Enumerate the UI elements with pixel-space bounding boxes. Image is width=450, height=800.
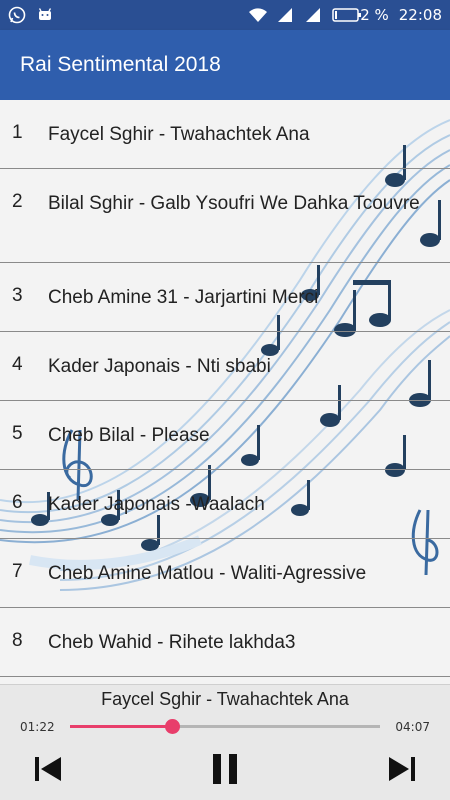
seek-bar[interactable] — [70, 719, 380, 734]
whatsapp-icon — [8, 6, 26, 24]
battery-percent: 2 % — [360, 6, 389, 24]
now-playing-title: Faycel Sghir - Twahachtek Ana — [101, 689, 349, 709]
next-button[interactable] — [382, 749, 422, 789]
signal-icon — [304, 6, 322, 24]
track-title: Cheb Bilal - Please — [48, 425, 210, 446]
pause-icon — [213, 754, 237, 784]
track-number: 7 — [12, 561, 23, 582]
track-number: 8 — [12, 630, 23, 651]
player-bar: Faycel Sghir - Twahachtek Ana 01:22 04:0… — [0, 684, 450, 800]
track-list: 1 Faycel Sghir - Twahachtek Ana 2 Bilal … — [0, 100, 450, 677]
app-title: Rai Sentimental 2018 — [20, 53, 221, 76]
track-title: Cheb Amine Matlou - Waliti-Agressive — [48, 563, 367, 584]
track-number: 1 — [12, 122, 23, 143]
skip-previous-icon — [35, 757, 61, 781]
app-bar: Rai Sentimental 2018 — [0, 30, 450, 100]
list-item[interactable]: 3 Cheb Amine 31 - Jarjartini Merci — [0, 263, 450, 332]
track-number: 6 — [12, 492, 23, 513]
signal-icon — [276, 6, 294, 24]
track-title: Faycel Sghir - Twahachtek Ana — [48, 124, 310, 145]
previous-button[interactable] — [28, 749, 68, 789]
track-number: 4 — [12, 354, 23, 375]
android-icon — [36, 6, 54, 24]
track-title: Kader Japonais -Waalach — [48, 494, 265, 515]
track-title: Bilal Sghir - Galb Ysoufri We Dahka Tcou… — [48, 193, 420, 214]
total-time: 04:07 — [395, 720, 430, 734]
battery-icon — [332, 6, 362, 24]
track-title: Kader Japonais - Nti sbabi — [48, 356, 271, 377]
track-title: Cheb Amine 31 - Jarjartini Merci — [48, 287, 319, 308]
list-item[interactable]: 4 Kader Japonais - Nti sbabi — [0, 332, 450, 401]
clock: 22:08 — [398, 6, 442, 24]
list-item[interactable]: 8 Cheb Wahid - Rihete lakhda3 — [0, 608, 450, 677]
current-time: 01:22 — [20, 720, 55, 734]
list-item[interactable]: 5 Cheb Bilal - Please — [0, 401, 450, 470]
seek-thumb[interactable] — [165, 719, 181, 734]
list-item[interactable]: 2 Bilal Sghir - Galb Ysoufri We Dahka Tc… — [0, 169, 450, 263]
skip-next-icon — [389, 757, 415, 781]
track-number: 5 — [12, 423, 23, 444]
list-item[interactable]: 7 Cheb Amine Matlou - Waliti-Agressive — [0, 539, 450, 608]
list-item[interactable]: 6 Kader Japonais -Waalach — [0, 470, 450, 539]
track-number: 3 — [12, 285, 23, 306]
status-bar: 2 % 22:08 — [0, 0, 450, 30]
wifi-icon — [248, 6, 268, 24]
track-list-area[interactable]: 1 Faycel Sghir - Twahachtek Ana 2 Bilal … — [0, 100, 450, 684]
track-title: Cheb Wahid - Rihete lakhda3 — [48, 632, 296, 653]
list-item[interactable]: 1 Faycel Sghir - Twahachtek Ana — [0, 100, 450, 169]
seek-bar-progress — [70, 725, 173, 728]
pause-button[interactable] — [205, 749, 245, 789]
